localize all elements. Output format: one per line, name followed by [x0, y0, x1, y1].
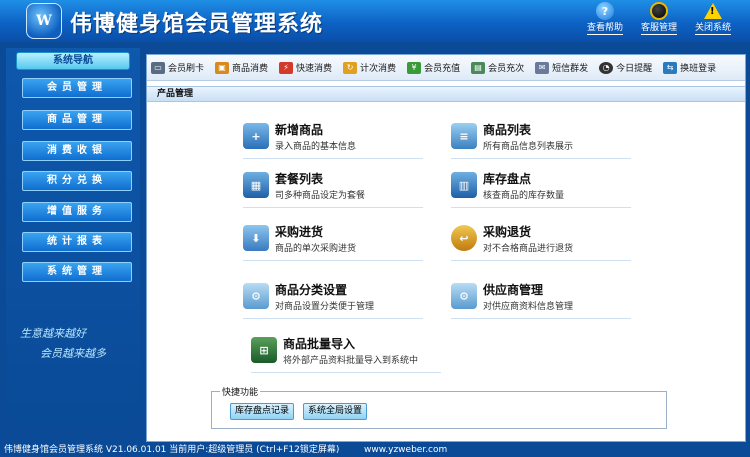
toolbar-product-consume[interactable]: ▣ 商品消费: [215, 61, 268, 74]
toolbar-today-reminder[interactable]: ◔ 今日提醒: [599, 61, 652, 74]
sidebar-item-points-exchange[interactable]: 积分兑换: [22, 171, 132, 191]
quick-functions: 快捷功能 库存盘点记录 系统全局设置: [211, 385, 667, 429]
feature-desc: 对商品设置分类便于管理: [275, 302, 375, 312]
feature-title: 库存盘点: [483, 172, 532, 186]
toolbar-label: 换班登录: [680, 64, 717, 74]
qq-penguin-icon: [650, 2, 668, 20]
recharge-times-icon: ▤: [471, 61, 486, 74]
slogan-line-1: 生意越来越好: [20, 327, 86, 340]
feature-title: 采购退货: [483, 225, 532, 239]
shopping-icon: ▣: [215, 61, 230, 74]
feature-supplier-management[interactable]: ⚙ 供应商管理 对供应商资料信息管理: [451, 279, 631, 319]
top-tools: ? 查看帮助 客服管理 ! 关闭系统: [582, 2, 736, 35]
main-panel: ▭ 会员刷卡 ▣ 商品消费 ⚡ 快速消费 ↻ 计次消费 ¥ 会员充值 ▤ 会员充…: [146, 54, 746, 442]
supplier-icon: ⚙: [451, 283, 477, 309]
status-text: 伟博健身馆会员管理系统 V21.06.01.01 当前用户:超级管理员 (Ctr…: [4, 445, 340, 455]
toolbar-label: 短信群发: [552, 64, 589, 74]
fast-consume-icon: ⚡: [279, 61, 294, 74]
inventory-record-button[interactable]: 库存盘点记录: [230, 403, 295, 420]
feature-title: 商品分类设置: [275, 283, 348, 297]
toolbar-label: 会员充次: [488, 64, 525, 74]
feature-desc: 所有商品信息列表展示: [483, 142, 574, 152]
sidebar-item-product-management[interactable]: 商品管理: [22, 110, 132, 130]
purchase-return-icon: ↩: [451, 225, 477, 251]
toolbar-member-swipe[interactable]: ▭ 会员刷卡: [151, 61, 204, 74]
sidebar-item-member-management[interactable]: 会员管理: [22, 78, 132, 98]
feature-desc: 商品的单次采购进货: [275, 244, 357, 254]
feature-inventory-check[interactable]: ▥ 库存盘点 核查商品的库存数量: [451, 168, 631, 208]
feature-title: 商品列表: [483, 123, 532, 137]
toolbar-label: 会员刷卡: [168, 64, 205, 74]
feature-title: 采购进货: [275, 225, 324, 239]
help-icon: ?: [596, 2, 614, 20]
app-title: 伟博健身馆会员管理系统: [70, 12, 324, 37]
feature-purchase[interactable]: ⬇ 采购进货 商品的单次采购进货: [243, 221, 423, 261]
quick-functions-legend: 快捷功能: [220, 385, 261, 398]
card-reader-icon: ▭: [151, 61, 165, 74]
help-label: 查看帮助: [586, 23, 623, 35]
toolbar-label: 计次消费: [360, 64, 397, 74]
feature-batch-import[interactable]: ⊞ 商品批量导入 将外部产品资料批量导入到系统中: [251, 333, 441, 373]
feature-desc: 对不合格商品进行退货: [483, 244, 574, 254]
add-product-icon: +: [243, 123, 269, 149]
feature-desc: 对供应商资料信息管理: [483, 302, 574, 312]
shift-login-icon: ⇆: [663, 61, 678, 74]
customer-service-label: 客服管理: [640, 23, 677, 35]
package-list-icon: ▦: [243, 172, 269, 198]
sidebar-item-system-management[interactable]: 系统管理: [22, 262, 132, 282]
toolbar-count-consume[interactable]: ↻ 计次消费: [343, 61, 396, 74]
count-consume-icon: ↻: [343, 61, 358, 74]
sidebar-nav: 系统导航 会员管理 商品管理 消费收银 积分兑换 增值服务 统计报表 系统管理 …: [6, 48, 140, 440]
section-title: 产品管理: [147, 86, 745, 102]
toolbar-sms-broadcast[interactable]: ✉ 短信群发: [535, 61, 588, 74]
app-logo-icon: W: [26, 3, 62, 39]
feature-title: 供应商管理: [483, 283, 544, 297]
feature-desc: 核查商品的库存数量: [483, 191, 565, 201]
status-bar: 伟博健身馆会员管理系统 V21.06.01.01 当前用户:超级管理员 (Ctr…: [0, 444, 750, 457]
toolbar-label: 商品消费: [232, 64, 269, 74]
feature-product-list[interactable]: ≡ 商品列表 所有商品信息列表展示: [451, 119, 631, 159]
website-url: www.yzweber.com: [364, 445, 448, 455]
toolbar-fast-consume[interactable]: ⚡ 快速消费: [279, 61, 332, 74]
feature-add-product[interactable]: + 新增商品 录入商品的基本信息: [243, 119, 423, 159]
toolbar-member-recharge-times[interactable]: ▤ 会员充次: [471, 61, 524, 74]
feature-package-list[interactable]: ▦ 套餐列表 司多种商品设定为套餐: [243, 168, 423, 208]
sms-icon: ✉: [535, 61, 550, 74]
category-settings-icon: ⚙: [243, 283, 269, 309]
sidebar-item-value-added[interactable]: 增值服务: [22, 202, 132, 222]
feature-desc: 录入商品的基本信息: [275, 142, 357, 152]
feature-purchase-return[interactable]: ↩ 采购退货 对不合格商品进行退货: [451, 221, 631, 261]
sidebar-header: 系统导航: [16, 52, 130, 70]
reminder-icon: ◔: [599, 61, 614, 74]
toolbar-label: 今日提醒: [616, 64, 653, 74]
inventory-icon: ▥: [451, 172, 477, 198]
help-button[interactable]: ? 查看帮助: [582, 2, 628, 35]
customer-service-button[interactable]: 客服管理: [636, 2, 682, 35]
feature-title: 新增商品: [275, 123, 324, 137]
toolbar-label: 快速消费: [296, 64, 333, 74]
slogan-line-2: 会员越来越多: [40, 347, 106, 360]
purchase-icon: ⬇: [243, 225, 269, 251]
batch-import-icon: ⊞: [251, 337, 277, 363]
sidebar-item-checkout[interactable]: 消费收银: [22, 141, 132, 161]
toolbar: ▭ 会员刷卡 ▣ 商品消费 ⚡ 快速消费 ↻ 计次消费 ¥ 会员充值 ▤ 会员充…: [147, 55, 745, 81]
close-system-button[interactable]: ! 关闭系统: [690, 2, 736, 35]
warning-icon: !: [704, 2, 722, 20]
feature-title: 商品批量导入: [283, 337, 356, 351]
toolbar-shift-login[interactable]: ⇆ 换班登录: [663, 61, 716, 74]
feature-title: 套餐列表: [275, 172, 324, 186]
product-list-icon: ≡: [451, 123, 477, 149]
slogan: 生意越来越好 会员越来越多: [20, 324, 106, 364]
title-bar: W 伟博健身馆会员管理系统 ? 查看帮助 客服管理 ! 关闭系统: [0, 0, 750, 42]
recharge-icon: ¥: [407, 61, 422, 74]
toolbar-member-recharge[interactable]: ¥ 会员充值: [407, 61, 460, 74]
toolbar-label: 会员充值: [424, 64, 461, 74]
global-settings-button[interactable]: 系统全局设置: [303, 403, 368, 420]
feature-desc: 将外部产品资料批量导入到系统中: [283, 356, 419, 366]
sidebar-item-reports[interactable]: 统计报表: [22, 232, 132, 252]
feature-category-settings[interactable]: ⚙ 商品分类设置 对商品设置分类便于管理: [243, 279, 423, 319]
feature-desc: 司多种商品设定为套餐: [275, 191, 366, 201]
close-system-label: 关闭系统: [694, 23, 731, 35]
